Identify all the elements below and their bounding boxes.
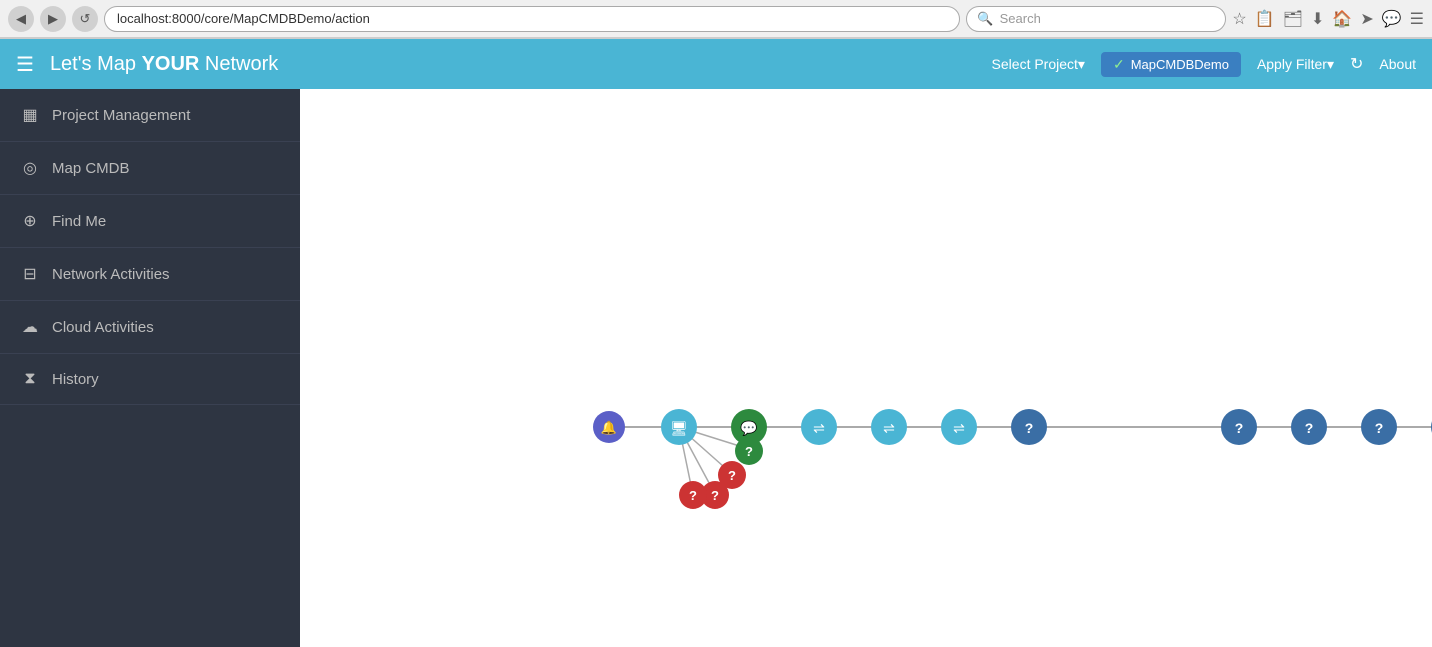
node-red-q1-label: ?	[728, 468, 736, 483]
select-project-button[interactable]: Select Project▾	[992, 56, 1085, 73]
node-monitor-icon: 🖥	[670, 420, 688, 436]
node-q4-label: ?	[1375, 420, 1384, 436]
node-red-q3-label: ?	[689, 488, 697, 503]
map-area: 🔔 🖥 💬 ? ? ? ?	[300, 89, 1432, 647]
node-green-q1-label: ?	[745, 444, 753, 459]
sidebar: ▦ Project Management ◎ Map CMDB ⊕ Find M…	[0, 89, 300, 647]
node-q3-label: ?	[1305, 420, 1314, 436]
node-arrows-3-label: ⇌	[953, 420, 965, 436]
node-q2-label: ?	[1235, 420, 1244, 436]
bookmark-icon[interactable]: ☆	[1232, 9, 1246, 29]
sidebar-label-project-management: Project Management	[52, 107, 190, 124]
graph-svg: 🔔 🖥 💬 ? ? ? ?	[300, 89, 1432, 647]
sidebar-label-find-me: Find Me	[52, 213, 106, 230]
map-cmdb-icon: ◎	[20, 158, 40, 178]
node-chat-icon: 💬	[740, 420, 758, 437]
project-badge[interactable]: ✓ MapCMDBDemo	[1101, 52, 1241, 77]
node-arrows-2-label: ⇌	[883, 420, 895, 436]
brand-prefix: Let's Map	[50, 53, 142, 75]
main-content: ▦ Project Management ◎ Map CMDB ⊕ Find M…	[0, 89, 1432, 647]
top-bar-right: Select Project▾ ✓ MapCMDBDemo Apply Filt…	[992, 52, 1416, 77]
chat-icon[interactable]: 💬	[1382, 9, 1402, 29]
refresh-button[interactable]: ↺	[72, 6, 98, 32]
brand-suffix: Network	[199, 53, 278, 75]
toolbar-icons: ☆ 📋 🗂 ⬇ 🏠 ➤ 💬 ☰	[1232, 9, 1424, 29]
node-red-q2-label: ?	[711, 488, 719, 503]
sidebar-label-cloud-activities: Cloud Activities	[52, 319, 154, 336]
forward-button[interactable]: ▶	[40, 6, 66, 32]
app-container: ☰ Let's Map YOUR Network Select Project▾…	[0, 39, 1432, 647]
search-placeholder: Search	[1000, 11, 1041, 26]
hamburger-menu[interactable]: ☰	[16, 52, 34, 77]
browser-chrome: ◀ ▶ ↺ localhost:8000/core/MapCMDBDemo/ac…	[0, 0, 1432, 39]
sidebar-item-find-me[interactable]: ⊕ Find Me	[0, 195, 300, 248]
sidebar-label-map-cmdb: Map CMDB	[52, 160, 130, 177]
brand: Let's Map YOUR Network	[50, 53, 992, 76]
apply-filter-button[interactable]: Apply Filter▾	[1257, 56, 1334, 73]
pocket-icon[interactable]: 🗂	[1283, 9, 1303, 29]
about-button[interactable]: About	[1379, 56, 1416, 72]
top-bar: ☰ Let's Map YOUR Network Select Project▾…	[0, 39, 1432, 89]
node-q1-label: ?	[1025, 420, 1034, 436]
search-icon: 🔍	[977, 11, 993, 27]
cloud-activities-icon: ☁	[20, 317, 40, 337]
refresh-icon[interactable]: ↻	[1350, 54, 1363, 74]
history-icon: ⧗	[20, 370, 40, 388]
project-management-icon: ▦	[20, 105, 40, 125]
node-bell-icon: 🔔	[601, 420, 617, 435]
home-icon[interactable]: 🏠	[1332, 9, 1352, 29]
menu-icon[interactable]: ☰	[1410, 9, 1424, 29]
url-bar[interactable]: localhost:8000/core/MapCMDBDemo/action	[104, 6, 960, 32]
check-icon: ✓	[1113, 56, 1125, 73]
sidebar-item-cloud-activities[interactable]: ☁ Cloud Activities	[0, 301, 300, 354]
reader-icon[interactable]: 📋	[1255, 9, 1275, 29]
project-name: MapCMDBDemo	[1131, 57, 1229, 72]
browser-toolbar: ◀ ▶ ↺ localhost:8000/core/MapCMDBDemo/ac…	[0, 0, 1432, 38]
sidebar-item-project-management[interactable]: ▦ Project Management	[0, 89, 300, 142]
url-text: localhost:8000/core/MapCMDBDemo/action	[117, 11, 370, 26]
send-icon[interactable]: ➤	[1360, 9, 1373, 29]
find-me-icon: ⊕	[20, 211, 40, 231]
sidebar-label-history: History	[52, 371, 99, 388]
sidebar-item-history[interactable]: ⧗ History	[0, 354, 300, 405]
sidebar-label-network-activities: Network Activities	[52, 266, 170, 283]
sidebar-item-map-cmdb[interactable]: ◎ Map CMDB	[0, 142, 300, 195]
search-bar[interactable]: 🔍 Search	[966, 6, 1226, 32]
network-activities-icon: ⊟	[20, 264, 40, 284]
download-icon[interactable]: ⬇	[1311, 9, 1324, 29]
back-button[interactable]: ◀	[8, 6, 34, 32]
sidebar-item-network-activities[interactable]: ⊟ Network Activities	[0, 248, 300, 301]
node-arrows-1-label: ⇌	[813, 420, 825, 436]
brand-bold: YOUR	[142, 53, 200, 75]
